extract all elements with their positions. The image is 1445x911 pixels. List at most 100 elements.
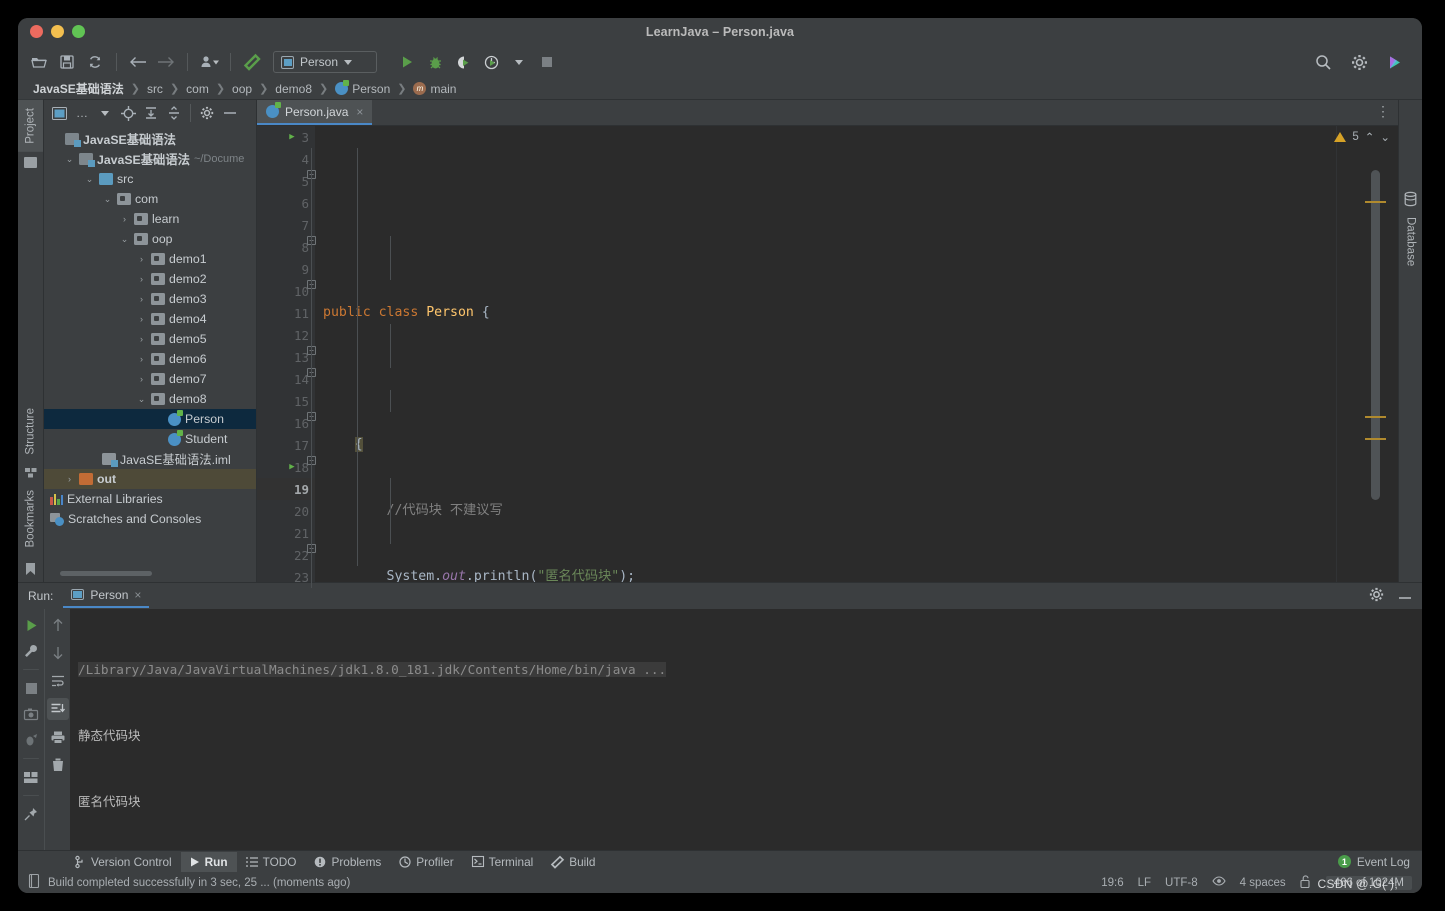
pin-icon[interactable]: [20, 803, 42, 825]
tree-row[interactable]: › demo6: [44, 349, 256, 369]
tree-arrow[interactable]: ›: [136, 354, 147, 364]
breadcrumb-item-oop[interactable]: oop: [229, 82, 255, 96]
project-view-dots[interactable]: …: [72, 103, 92, 123]
debug-button[interactable]: [422, 50, 448, 74]
restore-layout-icon[interactable]: [20, 729, 42, 751]
bottom-tab-version-control[interactable]: Version Control: [66, 852, 181, 872]
maximize-window-button[interactable]: [72, 25, 85, 38]
tree-row[interactable]: ⌄ src: [44, 169, 256, 189]
collapse-all-icon[interactable]: [164, 103, 184, 123]
tree-row[interactable]: Student: [44, 429, 256, 449]
tree-row[interactable]: JavaSE基础语法.iml: [44, 449, 256, 469]
project-tree[interactable]: › JavaSE基础语法 ⌄ JavaSE基础语法 ~/Docume ⌄ src…: [44, 126, 256, 568]
warning-marker[interactable]: [1365, 416, 1386, 418]
hide-panel-icon[interactable]: [220, 103, 240, 123]
tree-row[interactable]: › learn: [44, 209, 256, 229]
scroll-to-end-icon[interactable]: [46, 698, 69, 720]
tree-row[interactable]: ⌄ JavaSE基础语法 ~/Docume: [44, 149, 256, 169]
inspection-widget[interactable]: 5 ⌃ ⌄: [1334, 130, 1390, 144]
run-tab-person[interactable]: Person ×: [63, 585, 150, 608]
profile-button[interactable]: [478, 50, 504, 74]
console-output[interactable]: /Library/Java/JavaVirtualMachines/jdk1.8…: [70, 609, 1422, 850]
update-project-icon[interactable]: [196, 50, 222, 74]
tree-row-person-selected[interactable]: Person: [44, 409, 256, 429]
tree-row[interactable]: › demo5: [44, 329, 256, 349]
project-view-selector-icon[interactable]: [49, 103, 69, 123]
caret-position[interactable]: 19:6: [1101, 877, 1123, 889]
project-settings-gear-icon[interactable]: [197, 103, 217, 123]
tree-row[interactable]: ⌄ oop: [44, 229, 256, 249]
run-class-gutter-icon[interactable]: ▶: [285, 126, 299, 148]
bottom-tab-profiler[interactable]: Profiler: [390, 852, 462, 872]
updates-icon[interactable]: [1382, 50, 1408, 74]
sync-icon[interactable]: [82, 50, 108, 74]
tree-row[interactable]: Scratches and Consoles: [44, 509, 256, 529]
tree-arrow[interactable]: ⌄: [136, 394, 147, 405]
tree-arrow[interactable]: ›: [136, 334, 147, 344]
soft-wrap-icon[interactable]: [47, 670, 69, 692]
stop-button[interactable]: [534, 50, 560, 74]
close-icon[interactable]: ×: [134, 588, 141, 602]
tree-arrow[interactable]: ›: [136, 374, 147, 384]
tree-row[interactable]: › JavaSE基础语法: [44, 129, 256, 149]
close-icon[interactable]: ×: [356, 105, 363, 119]
bottom-tab-terminal[interactable]: Terminal: [463, 852, 543, 872]
tree-arrow[interactable]: ›: [64, 474, 75, 484]
tool-window-tab-bookmarks[interactable]: Bookmarks: [18, 482, 43, 556]
tree-row[interactable]: › demo4: [44, 309, 256, 329]
editor-gutter[interactable]: 3 4 5 6 7 8 9 10 11 12 13 14 15 16 17 18: [257, 126, 316, 588]
tree-arrow[interactable]: ›: [136, 274, 147, 284]
rerun-icon[interactable]: [20, 614, 42, 636]
tree-arrow[interactable]: ⌄: [119, 234, 130, 245]
breadcrumb-item-demo8[interactable]: demo8: [272, 82, 315, 96]
search-icon[interactable]: [1310, 50, 1336, 74]
expand-all-icon[interactable]: [141, 103, 161, 123]
window-controls[interactable]: [30, 25, 85, 38]
tree-row[interactable]: › demo1: [44, 249, 256, 269]
encoding[interactable]: UTF-8: [1165, 877, 1198, 889]
previous-problem-icon[interactable]: ⌃: [1365, 130, 1375, 144]
tree-arrow[interactable]: ›: [136, 314, 147, 324]
next-problem-icon[interactable]: ⌄: [1380, 130, 1390, 144]
print-icon[interactable]: [47, 726, 69, 748]
code-content[interactable]: public class Person { { //代码块 不建议写 Syste…: [315, 126, 1336, 582]
stop-icon[interactable]: [20, 677, 42, 699]
run-main-gutter-icon[interactable]: ▶: [285, 456, 299, 478]
tree-arrow[interactable]: ›: [136, 294, 147, 304]
tree-arrow[interactable]: ⌄: [64, 154, 75, 165]
run-settings-gear-icon[interactable]: [1369, 587, 1384, 605]
tool-window-tab-structure[interactable]: Structure: [18, 400, 43, 463]
tool-window-tab-project[interactable]: Project: [18, 100, 43, 152]
indent-setting[interactable]: 4 spaces: [1240, 877, 1286, 889]
tree-arrow[interactable]: ›: [119, 214, 130, 224]
run-with-coverage-button[interactable]: [450, 50, 476, 74]
eye-icon[interactable]: [1211, 876, 1226, 889]
tree-row[interactable]: ⌄ demo8: [44, 389, 256, 409]
editor-options-kebab-icon[interactable]: ⋮: [1376, 104, 1390, 118]
event-log-widget[interactable]: 1 Event Log: [1337, 855, 1422, 869]
tool-window-tab-database[interactable]: Database: [1405, 217, 1417, 266]
bottom-tab-todo[interactable]: TODO: [237, 852, 306, 872]
editor-tab-person-java[interactable]: Person.java ×: [257, 100, 373, 125]
scroll-up-icon[interactable]: [47, 614, 69, 636]
locate-file-icon[interactable]: [118, 103, 138, 123]
tree-row[interactable]: › demo7: [44, 369, 256, 389]
breadcrumb-item-src[interactable]: src: [144, 82, 166, 96]
bottom-tab-problems[interactable]: Problems: [305, 852, 390, 872]
save-icon[interactable]: [54, 50, 80, 74]
tree-arrow[interactable]: ⌄: [84, 174, 95, 185]
breadcrumb-item-com[interactable]: com: [183, 82, 212, 96]
breadcrumb-item-method[interactable]: m main: [410, 82, 459, 96]
line-separator[interactable]: LF: [1138, 877, 1151, 889]
gear-icon[interactable]: [1346, 50, 1372, 74]
minimize-window-button[interactable]: [51, 25, 64, 38]
tree-row[interactable]: ⌄ com: [44, 189, 256, 209]
tree-arrow[interactable]: ⌄: [102, 194, 113, 205]
editor-vertical-scrollbar[interactable]: [1371, 170, 1380, 500]
unlock-icon[interactable]: [1300, 874, 1312, 891]
warning-marker[interactable]: [1365, 201, 1386, 203]
project-horizontal-scrollbar[interactable]: [50, 568, 250, 578]
close-window-button[interactable]: [30, 25, 43, 38]
navigate-back-icon[interactable]: [125, 50, 151, 74]
scroll-down-icon[interactable]: [47, 642, 69, 664]
